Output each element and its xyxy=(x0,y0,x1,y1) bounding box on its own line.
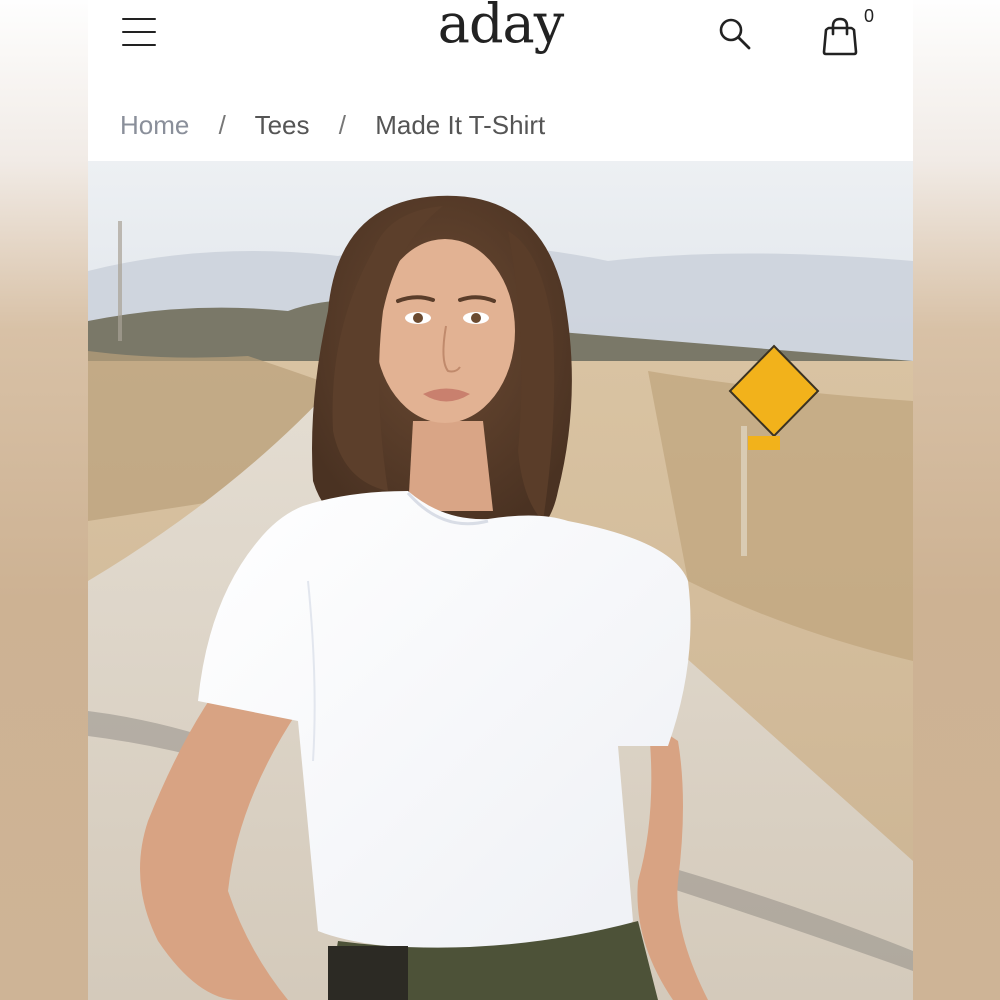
cart-count-badge: 0 xyxy=(864,6,875,26)
left-backdrop xyxy=(0,0,88,1000)
breadcrumb-tees-link[interactable]: Tees xyxy=(255,110,310,140)
shopping-bag-icon[interactable] xyxy=(818,14,862,58)
breadcrumb-separator: / xyxy=(338,110,346,140)
search-icon[interactable] xyxy=(716,14,756,54)
site-header: aday 0 xyxy=(88,0,913,80)
breadcrumb-current-page: Made It T-Shirt xyxy=(375,110,546,140)
breadcrumb: Home / Tees / Made It T-Shirt xyxy=(120,110,545,141)
breadcrumb-home-link[interactable]: Home xyxy=(120,110,189,140)
breadcrumb-separator: / xyxy=(218,110,226,140)
brand-logo[interactable]: aday xyxy=(88,0,913,55)
product-hero-image[interactable] xyxy=(88,161,913,1000)
right-backdrop xyxy=(913,0,1000,1000)
product-page: aday 0 Home / Tees / Made It T-Shirt xyxy=(88,0,913,1000)
